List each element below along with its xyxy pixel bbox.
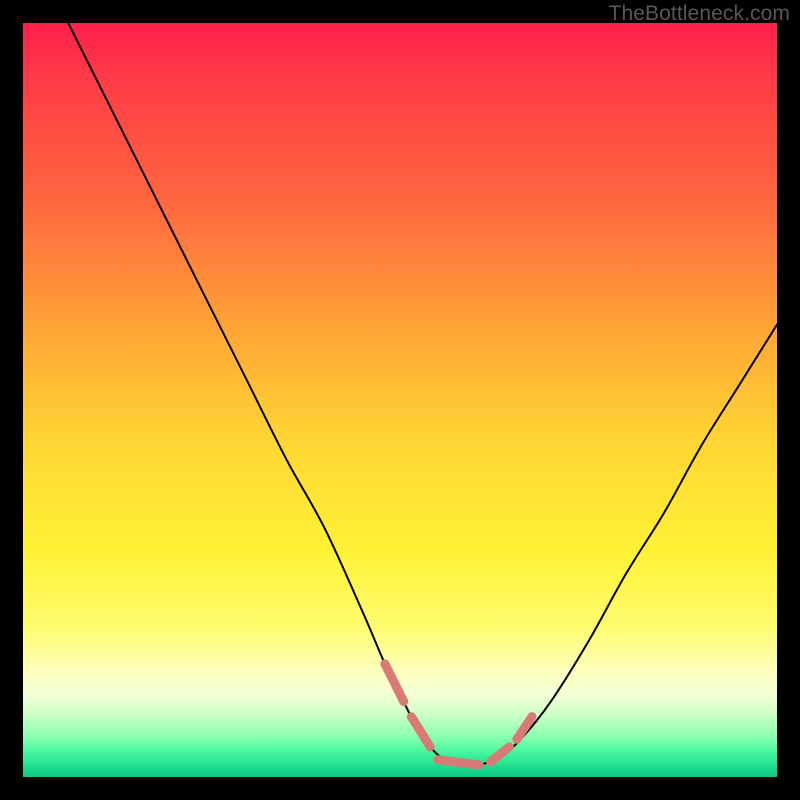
chart-frame: TheBottleneck.com bbox=[0, 0, 800, 800]
overlay-coral-segments-2 bbox=[438, 760, 479, 765]
overlay-coral-segments-3 bbox=[490, 747, 509, 762]
plot-area bbox=[23, 23, 777, 777]
overlay-coral-segments-4 bbox=[517, 717, 532, 740]
overlay-coral-segments-1 bbox=[411, 717, 430, 747]
overlay-coral-segments-0 bbox=[385, 664, 404, 702]
curve-black bbox=[68, 23, 777, 766]
curve-layer bbox=[23, 23, 777, 777]
